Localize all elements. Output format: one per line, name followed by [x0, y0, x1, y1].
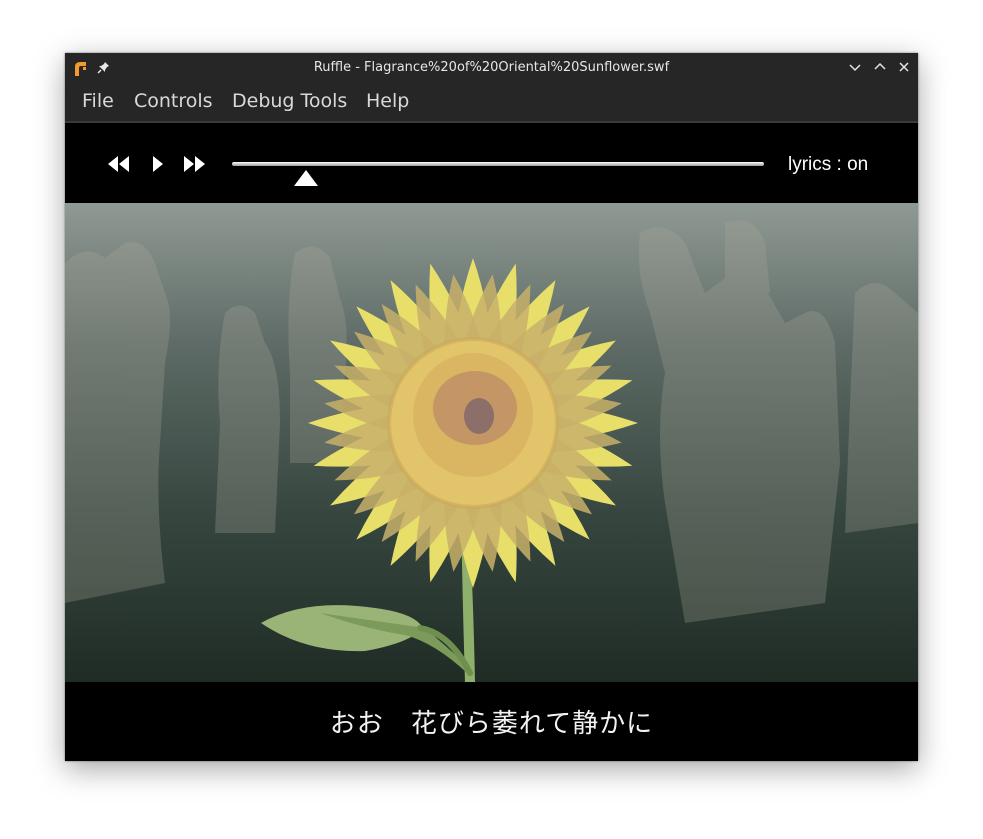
seek-bar[interactable]: [232, 162, 764, 166]
menu-bar: File Controls Debug Tools Help: [65, 82, 918, 123]
sunflower-illustration: [65, 220, 918, 682]
seed-disc-center: [464, 398, 494, 434]
close-icon[interactable]: [897, 60, 911, 74]
menu-help[interactable]: Help: [366, 82, 409, 120]
play-icon[interactable]: [151, 155, 165, 173]
menu-controls[interactable]: Controls: [134, 82, 213, 120]
lyrics-bar: おお 花びら萎れて静かに: [65, 682, 918, 761]
maximize-icon[interactable]: [873, 60, 887, 74]
seek-handle[interactable]: [293, 169, 319, 187]
flash-stage[interactable]: [65, 203, 918, 682]
ruffle-window: Ruffle - Flagrance%20of%20Oriental%20Sun…: [65, 53, 918, 761]
title-bar[interactable]: Ruffle - Flagrance%20of%20Oriental%20Sun…: [65, 53, 918, 82]
player-controls: lyrics : on: [65, 123, 918, 203]
minimize-icon[interactable]: [848, 60, 862, 74]
menu-file[interactable]: File: [82, 82, 114, 120]
lyrics-subtitle: おお 花びら萎れて静かに: [329, 709, 654, 739]
lyrics-toggle[interactable]: lyrics : on: [788, 154, 868, 176]
fast-forward-icon[interactable]: [183, 155, 207, 173]
window-title: Ruffle - Flagrance%20of%20Oriental%20Sun…: [313, 60, 670, 75]
rewind-icon[interactable]: [107, 155, 131, 173]
menu-debug-tools[interactable]: Debug Tools: [232, 82, 347, 120]
